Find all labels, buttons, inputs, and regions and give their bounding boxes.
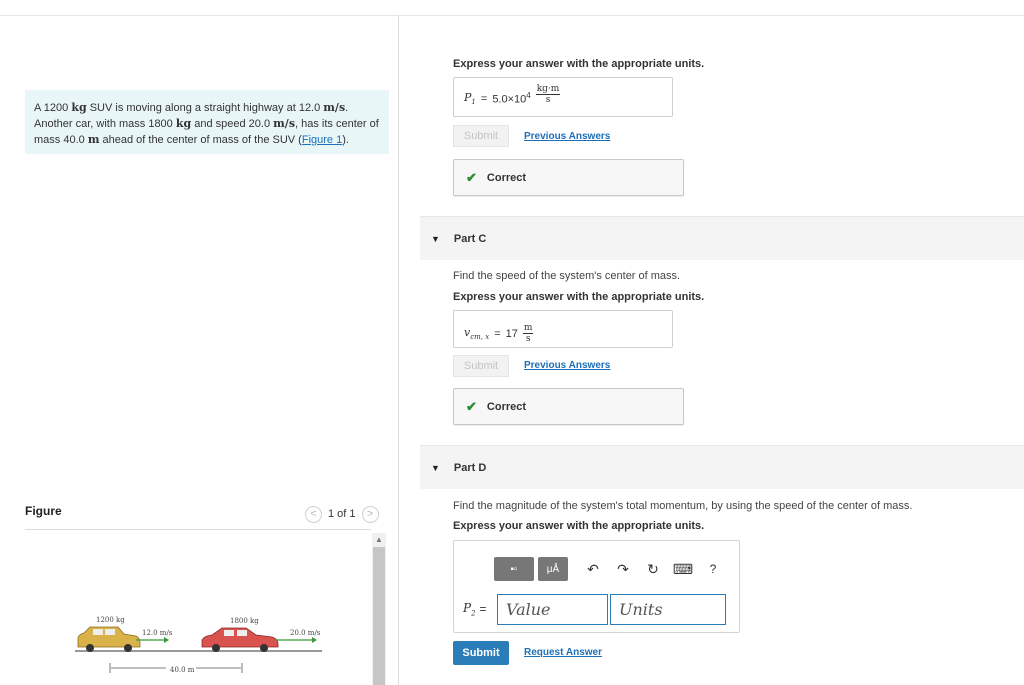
- keyboard-icon[interactable]: ⌨: [670, 561, 696, 578]
- express-units-b: Express your answer with the appropriate…: [453, 58, 705, 70]
- express-units-c: Express your answer with the appropriate…: [453, 291, 705, 303]
- part-c-prompt: Find the speed of the system's center of…: [453, 270, 681, 282]
- check-icon: ✔: [466, 169, 477, 185]
- suv-mass-label: 1200 kg: [96, 616, 125, 624]
- templates-button[interactable]: ▪▫: [494, 557, 534, 581]
- redo-icon[interactable]: ↷: [610, 561, 636, 578]
- suv-car: [77, 626, 141, 652]
- answer-value: 5.0×104: [492, 91, 531, 106]
- chevron-right-icon: >: [366, 508, 374, 520]
- equals-sign: =: [494, 327, 501, 340]
- unit-kg: kg: [175, 117, 192, 130]
- part-d-prompt: Find the magnitude of the system's total…: [453, 500, 913, 512]
- prev-figure-button[interactable]: <: [305, 505, 322, 523]
- figure-pager: < 1 of 1 >: [305, 505, 379, 523]
- arrowhead: [312, 637, 317, 643]
- request-answer-link[interactable]: Request Answer: [524, 647, 602, 658]
- help-icon[interactable]: ?: [700, 562, 726, 576]
- previous-answers-link-c[interactable]: Previous Answers: [524, 360, 610, 371]
- equals-sign: =: [480, 92, 488, 105]
- figure-title: Figure: [25, 504, 62, 518]
- car-speed-label: 20.0 m/s: [290, 629, 321, 637]
- check-icon: ✔: [466, 398, 477, 414]
- problem-text: ahead of the center of mass of the SUV (: [99, 134, 302, 146]
- scroll-up-icon[interactable]: ▲: [372, 533, 386, 547]
- reset-icon[interactable]: ↻: [640, 561, 666, 578]
- undo-icon[interactable]: ↶: [580, 561, 606, 578]
- figure-rule: [25, 529, 371, 530]
- problem-text: A 1200: [34, 102, 72, 114]
- top-rule: [0, 15, 1024, 16]
- answer-value: 17: [505, 327, 518, 340]
- value-input[interactable]: Value: [497, 594, 608, 625]
- correct-label: Correct: [486, 400, 527, 413]
- part-c-header[interactable]: ▼ Part C: [420, 216, 1024, 260]
- unit-m: m: [87, 133, 100, 146]
- submit-button-c[interactable]: Submit: [453, 355, 509, 377]
- part-d-title: Part D: [453, 461, 487, 474]
- unit-ms: m/s: [273, 117, 296, 130]
- next-figure-button[interactable]: >: [361, 505, 379, 523]
- problem-text: SUV is moving along a straight highway a…: [86, 102, 324, 114]
- units-input[interactable]: Units: [610, 594, 726, 625]
- math-toolbar: ▪▫ μÅ ↶ ↷ ↻ ⌨ ?: [494, 556, 726, 582]
- unit-ms: m/s: [323, 101, 346, 114]
- units-icon: μÅ: [546, 563, 560, 575]
- express-units-d: Express your answer with the appropriate…: [453, 520, 705, 532]
- pane-divider: [398, 15, 399, 685]
- answer-unit: ms: [522, 323, 534, 344]
- part-c-title: Part C: [453, 232, 487, 245]
- units-button[interactable]: μÅ: [538, 557, 568, 581]
- arrowhead: [164, 637, 169, 643]
- correct-feedback-c: ✔ Correct: [453, 388, 684, 425]
- figure-scroll-thumb[interactable]: [373, 547, 385, 685]
- answer-unit: kg·m s: [535, 84, 561, 106]
- problem-text: and speed 20.0: [191, 118, 274, 130]
- correct-feedback-b: ✔ Correct: [453, 159, 684, 196]
- distance-label: 40.0 m: [170, 666, 195, 674]
- figure-link[interactable]: Figure 1: [302, 134, 342, 146]
- answer-display-c: vcm, x = 17 ms: [453, 310, 673, 348]
- problem-statement: A 1200 kg SUV is moving along a straight…: [25, 90, 389, 154]
- car-mass-label: 1800 kg: [230, 617, 259, 625]
- problem-text: ).: [342, 134, 349, 146]
- chevron-left-icon: <: [310, 508, 317, 520]
- submit-button-b[interactable]: Submit: [453, 125, 509, 147]
- collapse-triangle-icon: ▼: [431, 233, 440, 244]
- unit-kg: kg: [71, 101, 87, 114]
- correct-label: Correct: [486, 171, 527, 184]
- templates-icon: ▪▫: [510, 563, 518, 575]
- suv-speed-label: 12.0 m/s: [142, 629, 173, 637]
- answer-display-b: P1 = 5.0×104 kg·m s: [453, 77, 673, 117]
- figure-count: 1 of 1: [328, 508, 356, 520]
- figure-diagram: 1200 kg 12.0 m/s 1800 kg 20.0 m/s 40.0 m: [75, 616, 322, 674]
- part-d-header[interactable]: ▼ Part D: [420, 445, 1024, 489]
- red-car: [201, 627, 279, 652]
- answer-var: vcm, x: [464, 325, 490, 342]
- submit-button-d[interactable]: Submit: [453, 641, 509, 665]
- previous-answers-link-b[interactable]: Previous Answers: [524, 131, 610, 142]
- answer-var-d: P2 =: [463, 601, 487, 618]
- collapse-triangle-icon: ▼: [431, 462, 440, 473]
- answer-var: P1: [464, 91, 476, 107]
